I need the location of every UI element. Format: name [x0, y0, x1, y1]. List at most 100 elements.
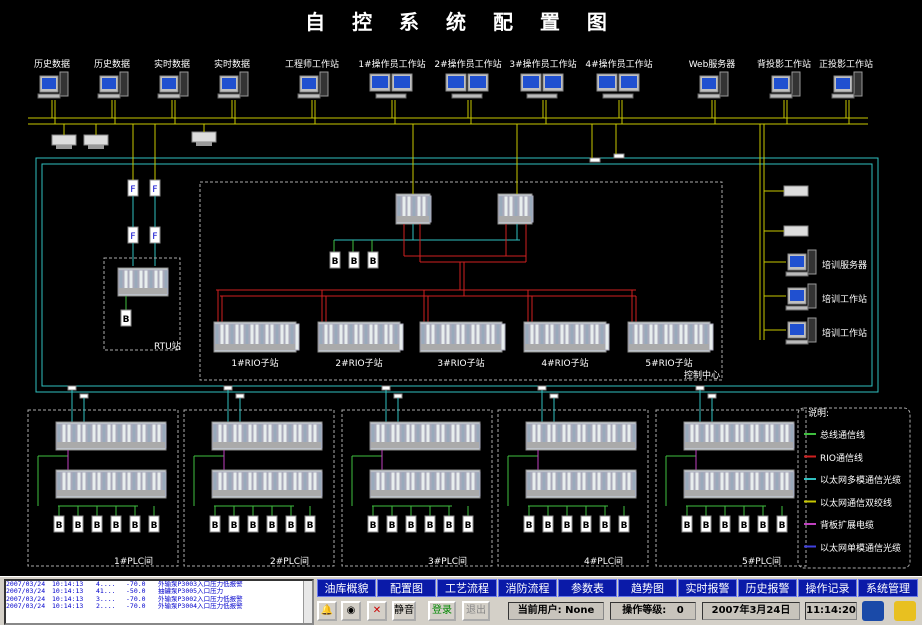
svg-text:B: B — [75, 521, 82, 531]
switch-icon — [695, 385, 705, 391]
printer-icon — [783, 185, 809, 197]
printer-icon — [191, 131, 217, 143]
operator-level: 操作等级: 0 — [610, 602, 696, 620]
switch-icon — [707, 393, 717, 399]
switch-icon — [393, 393, 403, 399]
svg-text:B: B — [722, 521, 729, 531]
legend-item-label: RIO通信线 — [820, 453, 863, 464]
login-button[interactable]: 登录 — [428, 601, 456, 621]
nav-button[interactable]: 配置图 — [377, 579, 436, 597]
switch-icon — [223, 385, 233, 391]
svg-text:F: F — [152, 232, 157, 242]
rio-station-label: 3#RIO子站 — [437, 359, 485, 369]
nav-button[interactable]: 历史报警 — [738, 579, 797, 597]
svg-text:B: B — [621, 521, 628, 531]
svg-text:B: B — [408, 521, 415, 531]
svg-text:B: B — [427, 521, 434, 531]
switch-icon — [537, 385, 547, 391]
bell-icon[interactable]: 🔔 — [317, 601, 337, 621]
plc-room-label: 5#PLC间 — [742, 557, 781, 567]
training-label: 培训工作站 — [822, 329, 868, 339]
switch-icon — [613, 153, 625, 159]
alarm-msg: 外输泵P3004入口压力低报警 — [158, 601, 243, 610]
date-display: 2007年3月24日 — [702, 602, 800, 620]
alarm-ack-icon[interactable]: ◉ — [341, 601, 361, 621]
logout-button[interactable]: 退出 — [462, 601, 490, 621]
switch-icon — [67, 385, 77, 391]
alarm-id: 2.... — [96, 601, 116, 610]
switch-icon — [235, 393, 245, 399]
legend-title: 说明: — [808, 409, 830, 419]
nav-button[interactable]: 油库概貌 — [317, 579, 376, 597]
alarm-list[interactable]: 2007/03/24 10:14:13 4.... -70.0 外输泵P3003入口压力… — [4, 579, 314, 625]
alarm-time: 10:14:13 — [52, 601, 84, 610]
svg-text:B: B — [564, 521, 571, 531]
nav-button[interactable]: 操作记录 — [798, 579, 857, 597]
alarm-date: 2007/03/24 — [6, 601, 46, 610]
current-user: 当前用户: None — [508, 602, 604, 620]
svg-text:B: B — [332, 257, 339, 267]
switch-icon — [79, 393, 89, 399]
legend-item-label: 以太网多模通信光缆 — [820, 476, 902, 486]
mute-off-icon[interactable]: ✕ — [367, 601, 387, 621]
svg-text:B: B — [94, 521, 101, 531]
time-display: 11:14:20 — [805, 602, 857, 620]
svg-text:B: B — [351, 257, 358, 267]
printer-icon — [51, 134, 77, 146]
svg-text:B: B — [113, 521, 120, 531]
svg-text:B: B — [583, 521, 590, 531]
svg-text:B: B — [370, 257, 377, 267]
svg-text:B: B — [526, 521, 533, 531]
svg-text:F: F — [152, 185, 157, 195]
switch-icon — [549, 393, 559, 399]
vendor-logo-icon — [894, 601, 916, 621]
control-center-label: 控制中心 — [684, 371, 721, 381]
svg-text:B: B — [250, 521, 257, 531]
alarm-scrollbar[interactable] — [303, 581, 312, 623]
company-logo-icon — [862, 601, 884, 621]
svg-text:B: B — [212, 521, 219, 531]
training-label: 培训工作站 — [822, 295, 868, 305]
svg-text:B: B — [684, 521, 691, 531]
plc-room-label: 3#PLC间 — [428, 557, 467, 567]
svg-text:B: B — [56, 521, 63, 531]
svg-text:B: B — [760, 521, 767, 531]
svg-text:B: B — [151, 521, 158, 531]
plc-room-label: 1#PLC间 — [114, 557, 153, 567]
switch-icon — [589, 157, 601, 163]
svg-text:B: B — [446, 521, 453, 531]
svg-text:B: B — [545, 521, 552, 531]
rio-station-label: 1#RIO子站 — [231, 359, 279, 369]
training-label: 培训服务器 — [822, 261, 868, 271]
legend-item-label: 以太网通信双绞线 — [820, 498, 893, 509]
plc-room-label: 4#PLC间 — [584, 557, 623, 567]
nav-button[interactable]: 参数表 — [558, 579, 617, 597]
svg-text:B: B — [602, 521, 609, 531]
svg-text:B: B — [703, 521, 710, 531]
svg-text:B: B — [307, 521, 314, 531]
svg-text:F: F — [130, 232, 135, 242]
svg-text:B: B — [779, 521, 786, 531]
rio-station-label: 4#RIO子站 — [541, 359, 589, 369]
mute-button[interactable]: 静音 — [392, 601, 416, 621]
alarm-value: -70.0 — [126, 601, 146, 610]
svg-text:B: B — [132, 521, 139, 531]
printer-icon — [783, 225, 809, 237]
legend-item-label: 背板扩展电缆 — [820, 521, 875, 531]
nav-button[interactable]: 工艺流程 — [437, 579, 497, 597]
svg-text:B: B — [465, 521, 472, 531]
nav-button[interactable]: 系统管理 — [858, 579, 918, 597]
nav-button[interactable]: 实时报警 — [678, 579, 737, 597]
station-label: 正投影工作站 — [818, 60, 873, 70]
alarm-row[interactable]: 2007/03/24 10:14:13 2.... -70.0 外输泵P3004入口压力… — [6, 601, 312, 610]
svg-text:B: B — [370, 521, 377, 531]
svg-text:B: B — [123, 315, 130, 325]
plc-room-label: 2#PLC间 — [270, 557, 309, 567]
nav-button[interactable]: 消防流程 — [498, 579, 557, 597]
rtu-label: RTU站 — [154, 342, 181, 352]
svg-text:B: B — [389, 521, 396, 531]
svg-text:B: B — [741, 521, 748, 531]
svg-text:F: F — [130, 185, 135, 195]
nav-button[interactable]: 趋势图 — [618, 579, 677, 597]
legend-item-label: 总线通信线 — [820, 431, 866, 441]
